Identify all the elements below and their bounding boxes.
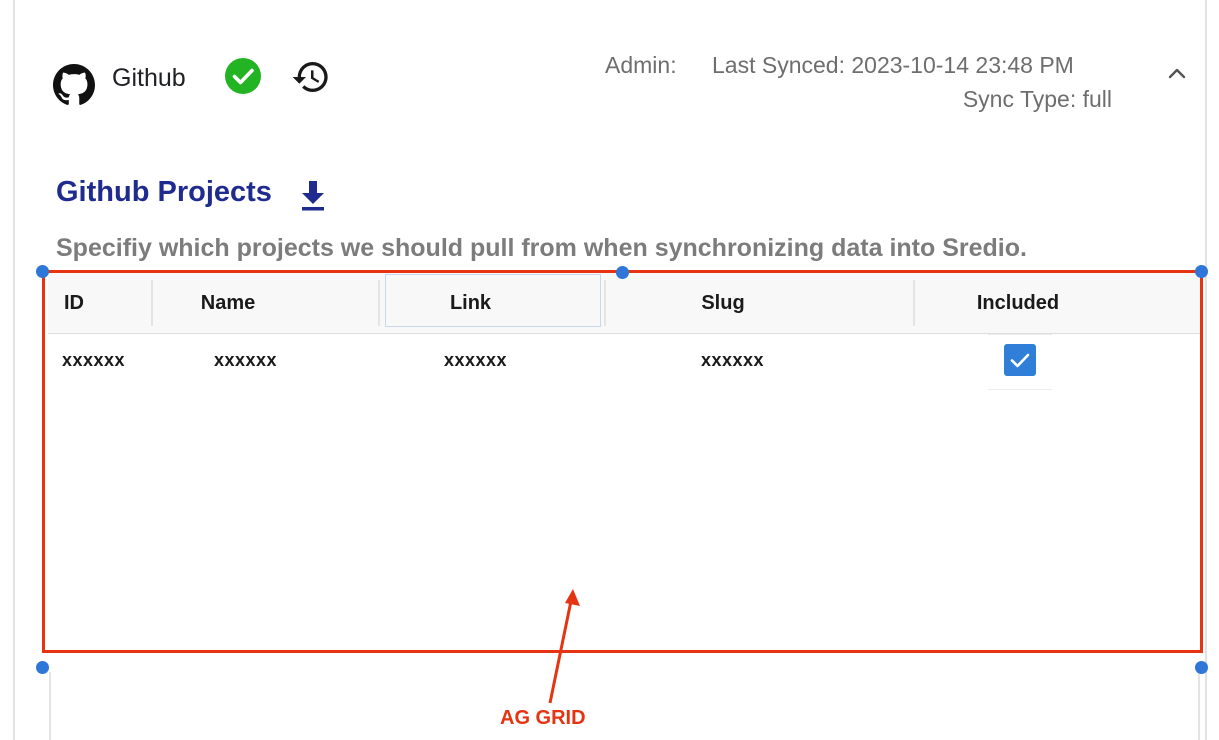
guide-line [1198,672,1200,740]
selection-handle[interactable] [1195,265,1208,278]
card-right-border [1205,0,1207,740]
admin-label: Admin: [605,52,677,78]
selection-handle[interactable] [36,265,49,278]
sync-type-text: Sync Type: full [962,86,1112,112]
selection-handle[interactable] [36,661,49,674]
selection-handle[interactable] [616,266,629,279]
section-title: Github Projects [56,176,272,208]
section-description: Specifiy which projects we should pull f… [56,234,1027,262]
annotation-label: AG GRID [500,707,586,729]
check-circle-icon [225,58,261,94]
download-icon[interactable] [298,178,328,212]
chevron-up-icon[interactable] [1163,60,1191,88]
github-icon [53,64,95,105]
guide-line [49,672,51,740]
annotation-arrow [548,589,580,704]
last-synced-text: Last Synced: 2023-10-14 23:48 PM [712,52,1074,78]
annotation-rectangle [42,270,1203,653]
card-left-border [13,0,15,740]
integration-title: Github [112,64,186,92]
history-icon[interactable] [291,57,331,97]
selection-handle[interactable] [1195,661,1208,674]
